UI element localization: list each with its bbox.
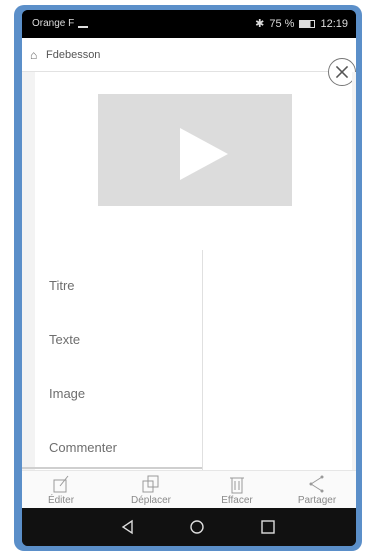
trash-icon	[204, 473, 270, 495]
menu-item-titre[interactable]: Titre	[49, 278, 75, 293]
back-button[interactable]	[118, 518, 138, 536]
edit-label: Éditer	[47, 495, 75, 506]
phone-screen: Orange F ✱ 75 % 12:19 ⌂ Fdebesson Titre …	[22, 10, 356, 546]
carrier-label: Orange F	[32, 18, 75, 29]
move-button[interactable]: Déplacer	[118, 473, 184, 506]
home-button[interactable]	[187, 518, 207, 536]
play-icon[interactable]	[180, 128, 228, 180]
share-label: Partager	[297, 495, 337, 506]
delete-button[interactable]: Effacer	[204, 473, 270, 506]
home-icon	[190, 520, 204, 534]
battery-percent: 75 %	[269, 17, 295, 30]
recents-button[interactable]	[258, 518, 278, 536]
menu-item-texte[interactable]: Texte	[49, 332, 80, 347]
lock-icon: ⌂	[30, 48, 38, 62]
signal-icon	[78, 20, 89, 28]
menu-item-commenter[interactable]: Commenter	[49, 440, 117, 455]
clock: 12:19	[320, 17, 348, 30]
recents-icon	[261, 520, 275, 534]
delete-label: Effacer	[221, 495, 253, 506]
edit-button[interactable]: Éditer	[28, 473, 94, 506]
move-label: Déplacer	[130, 495, 172, 506]
insert-menu: Titre Texte Image Commenter	[35, 250, 201, 470]
bottom-toolbar: Éditer Déplacer Effacer Partager	[22, 470, 356, 508]
share-icon	[284, 473, 350, 495]
app-content: ⌂ Fdebesson Titre Texte Image Commenter	[22, 38, 356, 508]
edit-icon	[28, 473, 94, 495]
right-margin	[352, 72, 356, 470]
battery-icon	[299, 19, 316, 28]
menu-divider	[202, 250, 203, 470]
left-margin	[22, 72, 35, 470]
status-bar: Orange F ✱ 75 % 12:19	[22, 10, 356, 38]
share-button[interactable]: Partager	[284, 473, 350, 506]
menu-item-image[interactable]: Image	[49, 386, 85, 401]
back-icon	[121, 519, 133, 535]
navigation-bar	[22, 508, 356, 546]
menu-bottom-divider	[22, 467, 202, 469]
video-placeholder[interactable]	[98, 94, 292, 206]
move-icon	[118, 473, 184, 495]
bluetooth-icon: ✱	[255, 18, 265, 30]
user-bar: ⌂ Fdebesson	[22, 38, 356, 72]
user-name: Fdebesson	[46, 49, 101, 61]
